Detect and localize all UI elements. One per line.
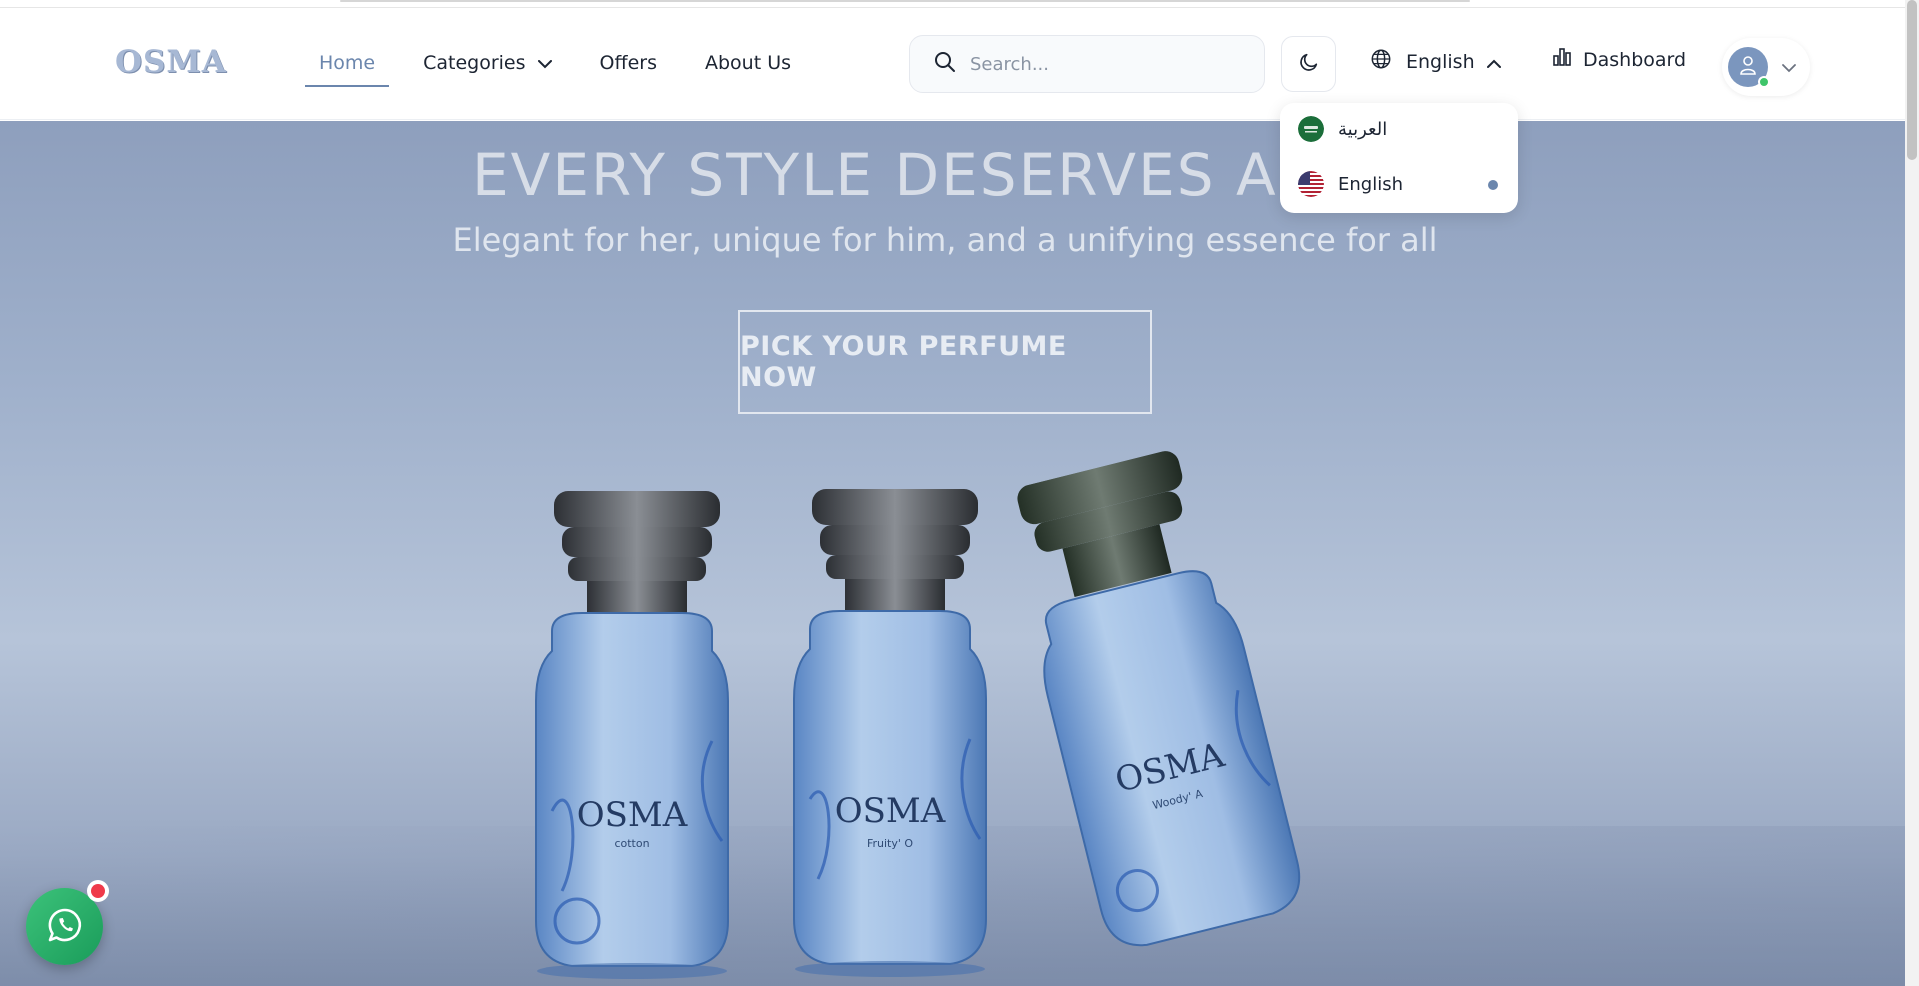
chevron-up-icon bbox=[1486, 51, 1501, 73]
search-box[interactable] bbox=[909, 35, 1265, 93]
theme-toggle-button[interactable] bbox=[1281, 36, 1336, 92]
language-dropdown-menu: العربية English bbox=[1280, 103, 1518, 213]
svg-text:cotton: cotton bbox=[614, 837, 649, 850]
chart-bar-icon bbox=[1553, 48, 1571, 71]
nav-about-us[interactable]: About Us bbox=[691, 48, 805, 78]
avatar bbox=[1728, 47, 1770, 88]
nav-offers-label: Offers bbox=[599, 52, 657, 74]
pick-perfume-button[interactable]: PICK YOUR PERFUME NOW bbox=[738, 310, 1152, 414]
top-strip bbox=[0, 0, 1919, 8]
nav-categories-label: Categories bbox=[423, 52, 526, 74]
horizontal-scroll-indicator bbox=[340, 0, 1470, 2]
language-selector-label: English bbox=[1406, 50, 1475, 73]
hero-title: EVERY STYLE DESERVES A SC bbox=[472, 141, 1372, 209]
user-icon bbox=[1739, 55, 1757, 79]
hero-subtitle: Elegant for her, unique for him, and a u… bbox=[452, 221, 1438, 259]
selected-indicator-dot bbox=[1488, 180, 1498, 190]
globe-icon bbox=[1370, 48, 1392, 75]
brand-logo[interactable]: OSMA bbox=[115, 44, 227, 80]
language-selector-button[interactable]: English bbox=[1370, 48, 1501, 75]
language-option-label: العربية bbox=[1338, 118, 1388, 140]
notification-badge bbox=[87, 880, 109, 902]
online-status-dot bbox=[1758, 76, 1770, 88]
chevron-down-icon bbox=[1782, 58, 1796, 77]
nav-offers[interactable]: Offers bbox=[586, 48, 671, 78]
dashboard-button[interactable]: Dashboard bbox=[1553, 48, 1686, 71]
perfume-bottle-cotton: OSMA cotton bbox=[522, 491, 742, 986]
language-option-label: English bbox=[1338, 173, 1403, 195]
user-menu-button[interactable] bbox=[1722, 38, 1810, 96]
svg-text:Fruity' O: Fruity' O bbox=[867, 837, 913, 850]
search-input[interactable] bbox=[970, 53, 1230, 75]
scrollbar-thumb[interactable] bbox=[1907, 0, 1917, 160]
language-option-arabic[interactable]: العربية bbox=[1298, 116, 1498, 142]
us-flag-icon bbox=[1298, 171, 1324, 197]
nav-about-label: About Us bbox=[704, 52, 792, 74]
main-nav: Home Categories Offers About Us bbox=[305, 48, 825, 87]
whatsapp-icon bbox=[46, 906, 84, 948]
nav-home[interactable]: Home bbox=[305, 48, 390, 87]
svg-text:OSMA: OSMA bbox=[835, 791, 946, 831]
site-header: OSMA Home Categories Offers About Us Eng… bbox=[0, 8, 1905, 120]
bottle-brand-text: OSMA bbox=[577, 795, 688, 835]
perfume-bottle-fruity: OSMA Fruity' O bbox=[788, 489, 1008, 986]
dashboard-label: Dashboard bbox=[1583, 48, 1687, 71]
page-scrollbar[interactable] bbox=[1905, 0, 1919, 986]
nav-categories[interactable]: Categories bbox=[409, 48, 565, 78]
whatsapp-chat-button[interactable] bbox=[26, 880, 109, 965]
chevron-down-icon bbox=[537, 52, 552, 74]
hero-banner: EVERY STYLE DESERVES A SC Elegant for he… bbox=[0, 121, 1905, 986]
nav-home-label: Home bbox=[319, 52, 376, 74]
moon-icon bbox=[1298, 51, 1320, 77]
search-icon bbox=[934, 51, 956, 77]
language-option-english[interactable]: English bbox=[1298, 171, 1498, 197]
saudi-flag-icon bbox=[1298, 116, 1324, 142]
